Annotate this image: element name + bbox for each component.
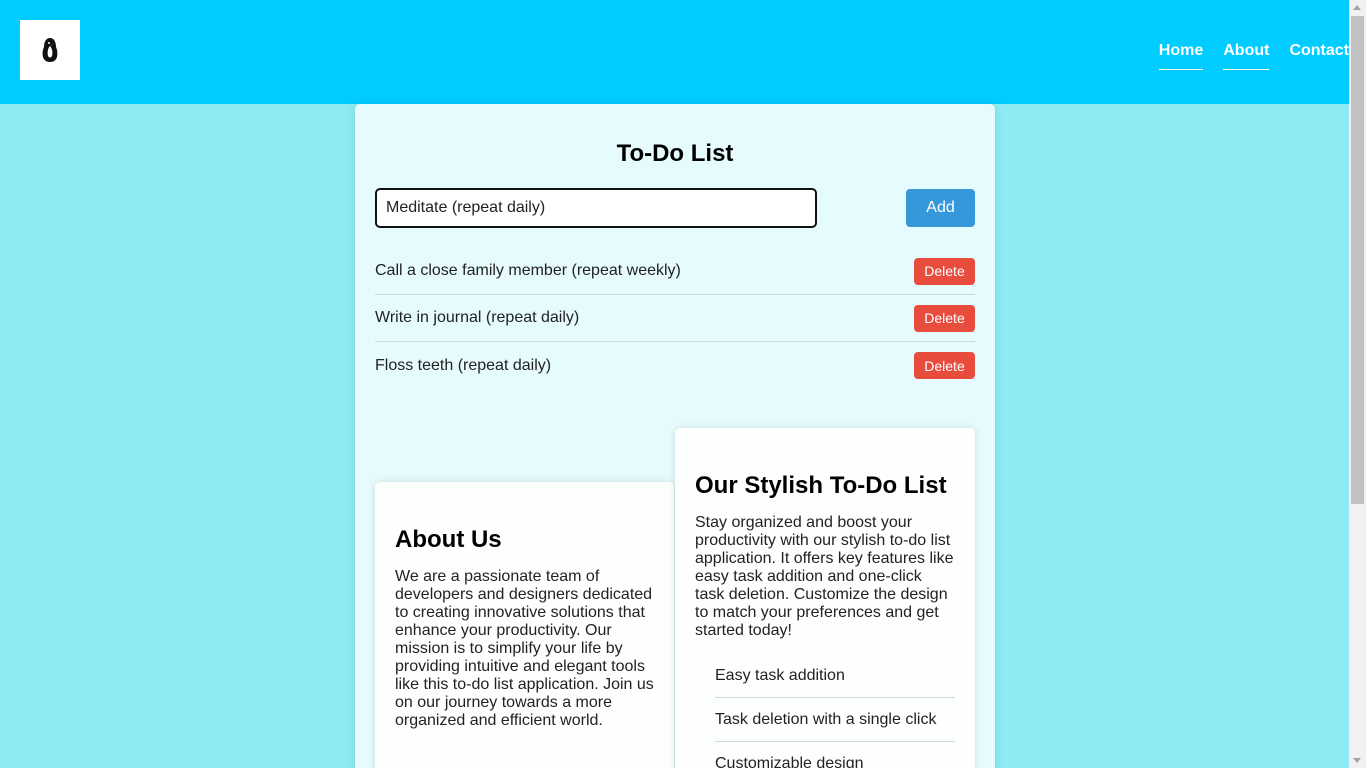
task-text: Call a close family member (repeat weekl… <box>375 262 681 279</box>
feature-item: Easy task addition <box>715 654 955 698</box>
scroll-up-arrow-icon[interactable] <box>1353 5 1361 10</box>
delete-button[interactable]: Delete <box>914 352 975 379</box>
delete-button[interactable]: Delete <box>914 304 975 332</box>
about-text: We are a passionate team of developers a… <box>395 568 654 729</box>
task-list: Call a close family member (repeat weekl… <box>375 248 975 389</box>
nav-about[interactable]: About <box>1223 42 1270 70</box>
task-item: Floss teeth (repeat daily) Delete <box>375 342 975 389</box>
about-heading: About Us <box>395 526 502 553</box>
task-input[interactable] <box>375 188 817 228</box>
main-nav: Home About Contact <box>1139 42 1349 70</box>
feature-item: Customizable design <box>715 742 955 768</box>
task-text: Write in journal (repeat daily) <box>375 309 580 326</box>
delete-button[interactable]: Delete <box>914 257 975 285</box>
site-header: Home About Contact <box>0 0 1349 104</box>
feature-item: Task deletion with a single click <box>715 698 955 742</box>
penguin-icon <box>42 38 58 62</box>
add-button[interactable]: Add <box>906 189 975 227</box>
nav-contact[interactable]: Contact <box>1289 42 1349 70</box>
task-item: Write in journal (repeat daily) Delete <box>375 295 975 342</box>
features-heading: Our Stylish To-Do List <box>695 472 947 499</box>
features-text: Stay organized and boost your productivi… <box>695 514 954 639</box>
task-text: Floss teeth (repeat daily) <box>375 356 552 374</box>
scroll-down-arrow-icon[interactable] <box>1353 758 1361 763</box>
todo-title: To-Do List <box>616 140 734 167</box>
scroll-thumb[interactable] <box>1351 16 1364 504</box>
task-item: Call a close family member (repeat weekl… <box>375 248 975 295</box>
page-scrollbar[interactable] <box>1349 0 1366 768</box>
logo[interactable] <box>20 20 80 80</box>
features-card: Our Stylish To-Do List Stay organized an… <box>675 428 975 768</box>
feature-list: Easy task addition Task deletion with a … <box>695 654 955 768</box>
about-card: About Us We are a passionate team of dev… <box>375 482 674 768</box>
nav-home[interactable]: Home <box>1158 42 1204 70</box>
